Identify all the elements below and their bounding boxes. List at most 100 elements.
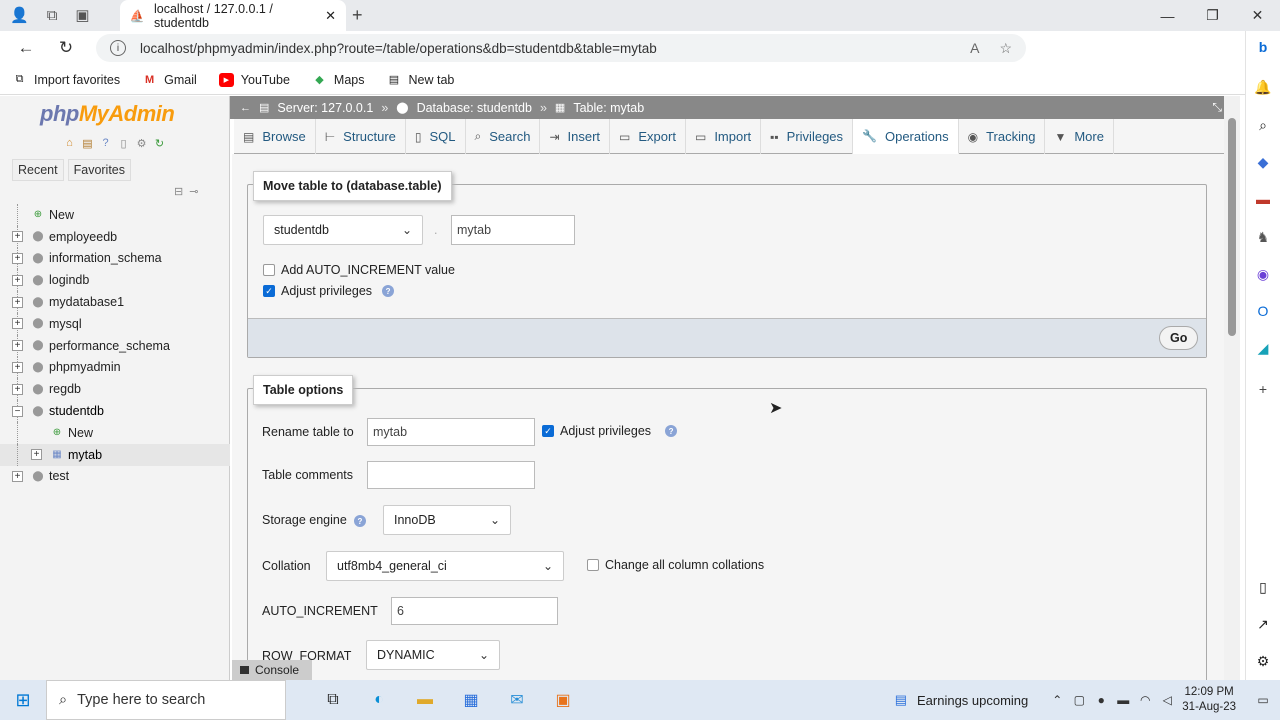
tab-sql[interactable]: ▯ SQL — [406, 119, 466, 154]
sidebar-layout-icon[interactable]: ▯ — [1253, 577, 1273, 597]
tab-tracking[interactable]: ◉ Tracking — [959, 119, 1046, 154]
tab-recent[interactable]: Recent — [12, 159, 64, 181]
meet-icon[interactable]: ▢ — [1068, 693, 1090, 707]
tab-browse[interactable]: ▤ Browse — [234, 119, 316, 154]
tree-db-regdb[interactable]: + ⬤ regdb — [0, 378, 230, 401]
move-adjust-privileges-checkbox[interactable]: ✓ Adjust privileges? — [263, 284, 395, 298]
tree-db-mydatabase1[interactable]: + ⬤ mydatabase1 — [0, 291, 230, 313]
bookmark-maps[interactable]: ◆ Maps — [312, 73, 364, 87]
info-icon[interactable]: i — [110, 40, 126, 56]
microphone-icon[interactable]: ● — [1090, 693, 1112, 707]
docs-icon[interactable]: ▯ — [116, 136, 131, 150]
help-docs-icon[interactable]: ? — [98, 136, 113, 150]
workspaces-icon[interactable]: ⧉ — [47, 6, 58, 24]
office-icon[interactable]: ◉ — [1253, 264, 1273, 284]
tab-privileges[interactable]: ▪▪ Privileges — [761, 119, 854, 154]
tree-db-studentdb[interactable]: − ⬤ studentdb — [0, 400, 230, 422]
breadcrumb-table[interactable]: Table: mytab — [573, 101, 644, 115]
tools-icon[interactable]: ▬ — [1253, 189, 1273, 209]
browser-tab[interactable]: ⛵ localhost / 127.0.0.1 / studentdb ✕ — [120, 0, 346, 31]
read-aloud-icon[interactable]: A — [970, 40, 979, 57]
tab-export[interactable]: ▭ Export — [610, 119, 686, 154]
rename-adjust-privileges-checkbox[interactable]: ✓ Adjust privileges? — [542, 424, 678, 438]
volume-icon[interactable]: ◁ — [1156, 693, 1178, 707]
page-scrollbar[interactable] — [1224, 96, 1240, 680]
expand-icon[interactable]: + — [12, 231, 23, 243]
tree-db-phpmyadmin[interactable]: + ⬤ phpmyadmin — [0, 356, 230, 379]
drop-icon[interactable]: ◢ — [1253, 338, 1273, 358]
clock[interactable]: 12:09 PM 31-Aug-23 — [1182, 685, 1236, 715]
expand-icon[interactable]: + — [12, 296, 23, 308]
home-icon[interactable]: ⌂ — [62, 136, 77, 150]
open-external-icon[interactable]: ↗ — [1253, 614, 1273, 634]
row-format-select[interactable]: DYNAMIC ⌄ — [366, 640, 500, 670]
expand-icon[interactable]: + — [12, 252, 23, 264]
favorite-star-icon[interactable]: ☆ — [999, 40, 1012, 57]
taskbar-search[interactable]: ⌕ Type here to search — [46, 680, 286, 720]
xampp-icon[interactable]: ▣ — [540, 680, 586, 720]
expand-icon[interactable]: + — [12, 470, 23, 482]
reload-nav-icon[interactable]: ↻ — [152, 136, 167, 150]
breadcrumb-database[interactable]: Database: studentdb — [417, 101, 532, 115]
bookmark-new-tab[interactable]: ▤ New tab — [387, 73, 455, 87]
bookmark-youtube[interactable]: ▶ YouTube — [218, 72, 290, 87]
tab-search[interactable]: ⌕ Search — [466, 119, 541, 154]
battery-icon[interactable]: ▬ — [1112, 693, 1134, 707]
tree-db-performance-schema[interactable]: + ⬤ performance_schema — [0, 334, 230, 357]
tree-table-mytab[interactable]: + ▦ mytab — [0, 443, 230, 466]
show-hidden-icon[interactable]: ⌃ — [1046, 693, 1068, 707]
tree-new-database[interactable]: ⊕ New — [0, 204, 230, 226]
help-icon[interactable]: ? — [665, 425, 678, 437]
breadcrumb-server[interactable]: Server: 127.0.0.1 — [277, 101, 373, 115]
bing-chat-icon[interactable]: b — [1253, 37, 1273, 57]
expand-icon[interactable]: + — [12, 318, 23, 330]
go-button[interactable]: Go — [1159, 326, 1199, 350]
collapse-icon[interactable]: − — [12, 405, 23, 417]
close-tab-icon[interactable]: ✕ — [325, 8, 336, 24]
restore-icon[interactable]: ❐ — [1190, 0, 1235, 31]
tree-db-employeedb[interactable]: + ⬤ employeedb — [0, 225, 230, 248]
wifi-icon[interactable]: ◠ — [1134, 693, 1156, 707]
shopping-icon[interactable]: ◆ — [1253, 152, 1273, 172]
tree-db-information-schema[interactable]: + ⬤ information_schema — [0, 247, 230, 270]
collation-select[interactable]: utf8mb4_general_ci ⌄ — [326, 551, 564, 581]
tab-import[interactable]: ▭ Import — [686, 119, 762, 154]
change-all-collations-checkbox[interactable]: Change all column collations — [587, 558, 764, 572]
add-sidebar-icon[interactable]: + — [1253, 379, 1273, 399]
tree-new-table[interactable]: ⊕ New — [0, 421, 230, 444]
notifications-center-icon[interactable]: ▭ — [1246, 693, 1280, 707]
minimize-icon[interactable]: — — [1145, 0, 1190, 31]
tab-favorites[interactable]: Favorites — [67, 159, 132, 181]
tab-insert[interactable]: ⇥ Insert — [540, 119, 611, 154]
rename-input[interactable]: mytab — [367, 418, 535, 446]
target-database-select[interactable]: studentdb ⌄ — [263, 215, 423, 245]
pma-logo[interactable]: phpMyAdmin — [40, 101, 175, 127]
settings-gear-icon[interactable]: ⚙ — [1253, 651, 1273, 671]
weather-widget[interactable]: ▤ Earnings upcoming — [895, 692, 1029, 708]
console-toggle[interactable]: Console — [232, 660, 312, 680]
notifications-icon[interactable]: 🔔 — [1253, 77, 1273, 97]
expand-icon[interactable]: + — [31, 449, 42, 461]
collapse-all-icon[interactable]: ⊟ — [174, 185, 183, 198]
tab-actions-icon[interactable]: ▣ — [75, 6, 89, 24]
window-close-icon[interactable]: ✕ — [1235, 0, 1280, 31]
bookmark-import-favorites[interactable]: ⧉ Import favorites — [12, 73, 121, 87]
games-icon[interactable]: ♞ — [1253, 227, 1273, 247]
windows-start-icon[interactable]: ⊞ — [0, 690, 46, 711]
refresh-icon[interactable]: ↻ — [46, 38, 86, 58]
expand-icon[interactable]: + — [12, 383, 23, 395]
target-table-input[interactable]: mytab — [451, 215, 575, 245]
search-sidebar-icon[interactable]: ⌕ — [1253, 115, 1273, 135]
help-icon[interactable]: ? — [354, 515, 366, 527]
add-auto-increment-checkbox[interactable]: Add AUTO_INCREMENT value — [263, 263, 455, 277]
profile-icon[interactable]: 👤 — [10, 6, 29, 24]
scrollbar-thumb[interactable] — [1228, 118, 1236, 336]
tab-more[interactable]: ▼ More — [1045, 119, 1114, 154]
link-with-main-icon[interactable]: ⊸ — [189, 185, 198, 198]
tree-db-logindb[interactable]: + ⬤ logindb — [0, 269, 230, 292]
expand-icon[interactable]: + — [12, 361, 23, 373]
nav-settings-icon[interactable]: ⚙ — [134, 136, 149, 150]
tree-db-test[interactable]: + ⬤ test — [0, 466, 230, 488]
file-explorer-icon[interactable]: ▬ — [402, 680, 448, 720]
store-icon[interactable]: ▦ — [448, 680, 494, 720]
